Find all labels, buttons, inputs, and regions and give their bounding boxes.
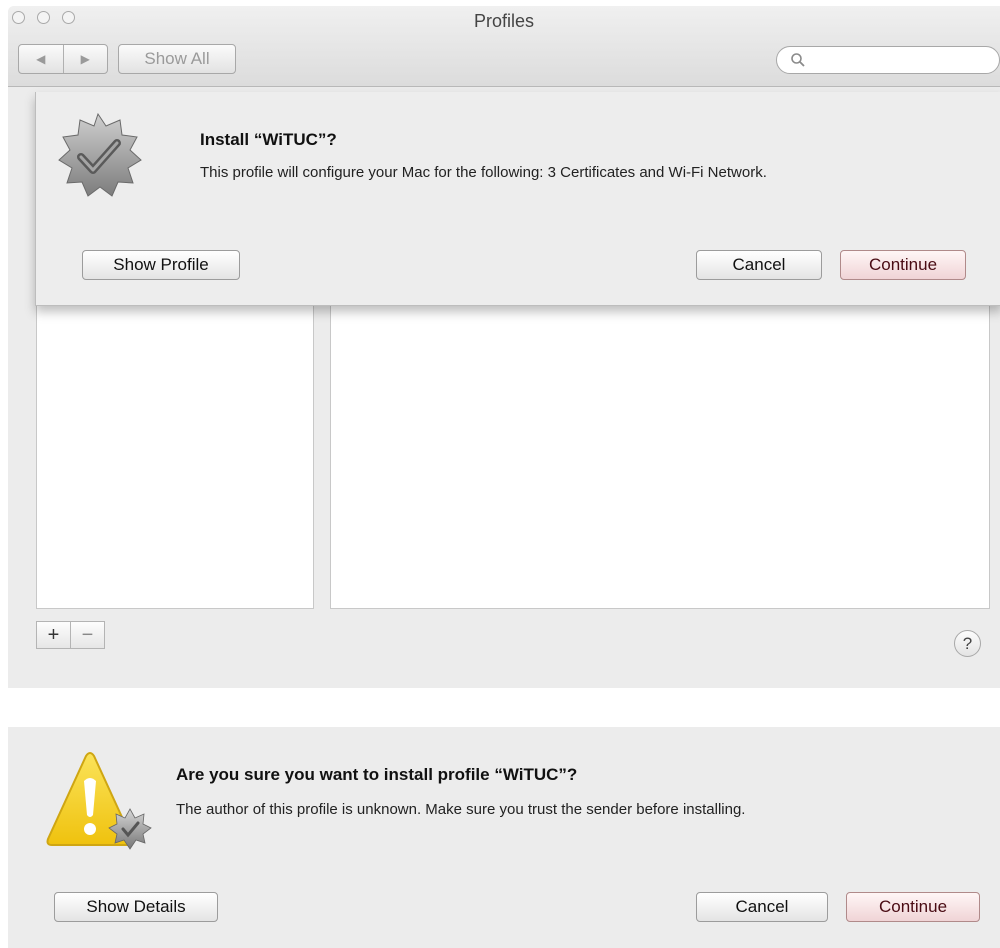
continue-button[interactable]: Continue	[840, 250, 966, 280]
chevron-left-icon: ◀	[36, 52, 46, 66]
install-sheet-title: Install “WiTUC”?	[200, 130, 337, 149]
search-icon	[791, 53, 805, 67]
cancel-button[interactable]: Cancel	[696, 250, 822, 280]
confirm-sheet-message: The author of this profile is unknown. M…	[176, 801, 746, 818]
profile-list[interactable]	[36, 291, 314, 609]
search-field[interactable]	[776, 46, 1000, 74]
forward-button[interactable]: ▶	[62, 45, 108, 73]
remove-profile-button[interactable]: −	[70, 621, 105, 649]
install-profile-sheet: Install “WiTUC”? This profile will confi…	[35, 92, 1000, 306]
profile-detail-pane	[330, 291, 990, 609]
cancel-button[interactable]: Cancel	[696, 892, 828, 922]
chevron-right-icon: ▶	[80, 52, 90, 66]
profiles-window: Profiles ◀ ▶ Show All + − ? Install “WiT…	[8, 6, 1000, 688]
confirm-sheet-title: Are you sure you want to install profile…	[176, 765, 578, 784]
back-button[interactable]: ◀	[19, 45, 63, 73]
add-profile-button[interactable]: +	[36, 621, 71, 649]
show-profile-button[interactable]: Show Profile	[82, 250, 240, 280]
install-sheet-message: This profile will configure your Mac for…	[200, 164, 767, 181]
continue-button[interactable]: Continue	[846, 892, 980, 922]
show-all-button[interactable]: Show All	[118, 44, 236, 74]
warning-icon	[46, 752, 152, 850]
help-button[interactable]: ?	[954, 630, 981, 657]
back-forward-control: ◀ ▶	[18, 44, 108, 74]
title-bar: Profiles ◀ ▶ Show All	[8, 6, 1000, 87]
show-details-button[interactable]: Show Details	[54, 892, 218, 922]
confirm-install-sheet: Are you sure you want to install profile…	[8, 727, 1000, 948]
badge-checkmark-icon	[58, 112, 142, 197]
search-input[interactable]	[811, 50, 991, 72]
window-title: Profiles	[473, 11, 535, 31]
